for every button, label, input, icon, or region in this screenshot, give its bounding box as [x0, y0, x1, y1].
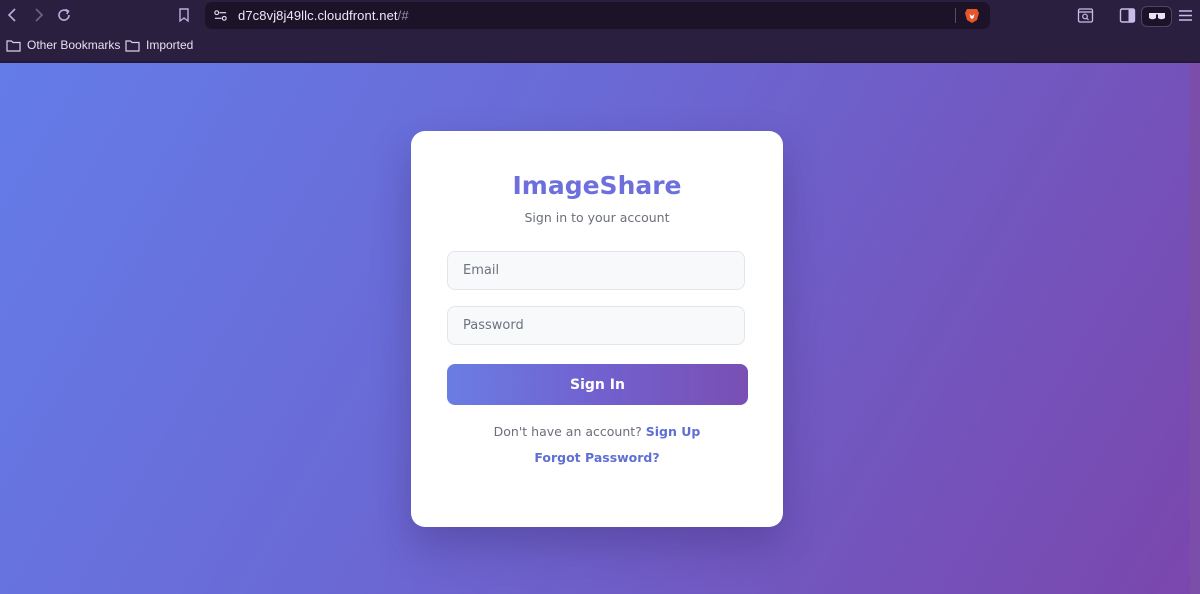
bookmark-label: Other Bookmarks — [27, 38, 121, 52]
urlbar-divider — [955, 8, 956, 23]
forgot-password-link[interactable]: Forgot Password? — [534, 450, 659, 465]
private-window-indicator[interactable] — [1141, 6, 1172, 27]
email-field[interactable] — [447, 251, 745, 290]
bookmark-imported[interactable]: Imported — [125, 38, 193, 52]
login-subtitle: Sign in to your account — [524, 210, 670, 225]
sidebar-toggle-button[interactable] — [1117, 5, 1137, 25]
forgot-password-row: Forgot Password? — [411, 450, 783, 465]
reload-icon — [58, 8, 70, 21]
app-title: ImageShare — [512, 171, 682, 200]
chevron-right-icon — [35, 8, 44, 22]
address-bar[interactable]: d7c8vj8j49llc.cloudfront.net/# — [205, 2, 990, 29]
sign-up-link[interactable]: Sign Up — [646, 424, 701, 439]
bookmark-other-bookmarks[interactable]: Other Bookmarks — [6, 38, 120, 52]
main-menu-button[interactable] — [1175, 5, 1195, 25]
url-text[interactable]: d7c8vj8j49llc.cloudfront.net/# — [238, 8, 409, 23]
folder-icon — [6, 39, 21, 52]
hamburger-menu-icon — [1178, 9, 1192, 21]
url-suffix: /# — [397, 8, 409, 23]
bookmarks-bar: Other Bookmarks Imported — [0, 31, 1200, 61]
bookmark-icon — [179, 8, 189, 23]
signup-prompt: Don't have an account? Sign Up — [411, 424, 783, 439]
site-settings-icon[interactable] — [213, 8, 228, 23]
forward-button[interactable] — [25, 2, 51, 28]
sign-in-button[interactable]: Sign In — [447, 364, 748, 405]
glasses-icon — [1148, 13, 1165, 20]
password-field[interactable] — [447, 306, 745, 345]
page-search-button[interactable] — [1075, 5, 1095, 25]
login-card: ImageShare Sign in to your account Sign … — [411, 131, 783, 527]
brave-lion-icon[interactable] — [964, 7, 980, 24]
page-background: ImageShare Sign in to your account Sign … — [0, 63, 1190, 594]
reload-button[interactable] — [51, 2, 77, 28]
folder-icon — [125, 39, 140, 52]
back-button[interactable] — [0, 2, 26, 28]
url-host: d7c8vj8j49llc.cloudfront.net — [238, 8, 398, 23]
bookmark-page-button[interactable] — [171, 2, 197, 28]
bookmark-label: Imported — [146, 38, 194, 52]
signup-prompt-text: Don't have an account? — [493, 424, 642, 439]
browser-toolbar: d7c8vj8j49llc.cloudfront.net/# — [0, 0, 1200, 31]
page-search-icon — [1077, 7, 1093, 23]
scrollbar[interactable] — [1190, 63, 1200, 594]
sidebar-icon — [1119, 7, 1135, 23]
chevron-left-icon — [7, 8, 16, 22]
